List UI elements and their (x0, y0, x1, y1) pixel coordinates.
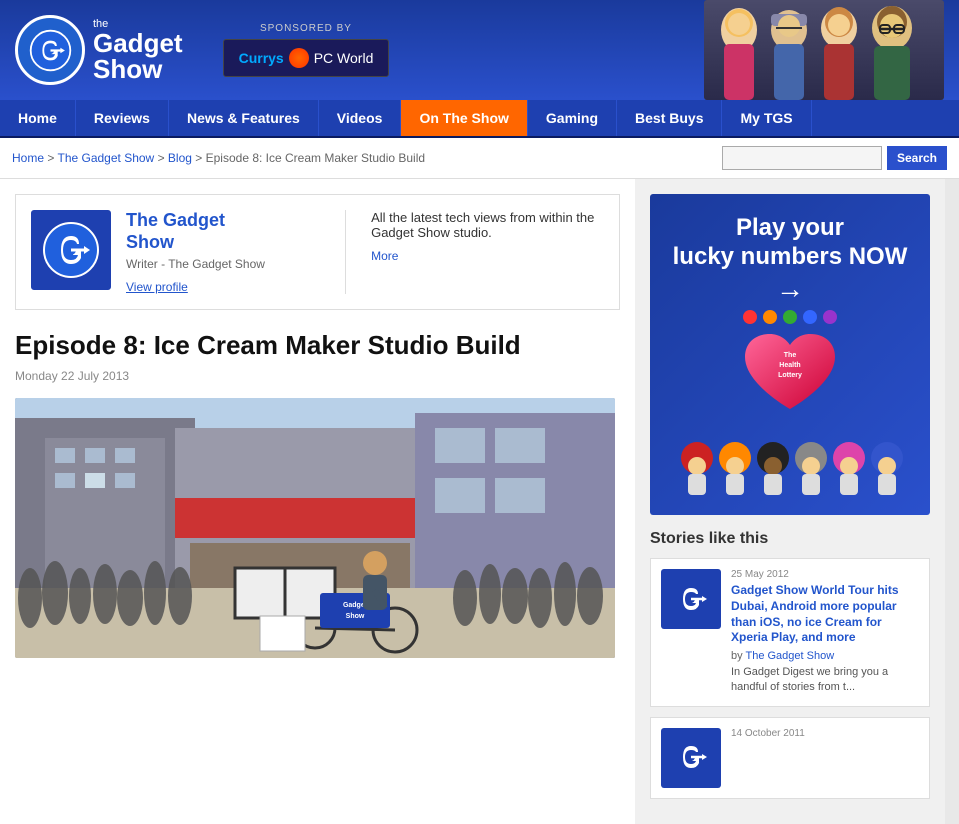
breadcrumb-blog[interactable]: Blog (168, 151, 192, 165)
lottery-heart-icon: The Health Lottery (735, 329, 845, 419)
story-logo-icon-1 (664, 572, 719, 627)
story-thumb-1 (661, 569, 721, 629)
more-link[interactable]: More (371, 249, 398, 263)
article-image: Gadget Show (15, 398, 615, 658)
nav-gaming[interactable]: Gaming (528, 100, 617, 136)
lottery-dot-orange (763, 310, 777, 324)
story-title-1[interactable]: Gadget Show World Tour hits Dubai, Andro… (731, 583, 919, 645)
svg-text:Lottery: Lottery (778, 372, 802, 379)
sponsor-logo[interactable]: Currys PC World (223, 39, 390, 77)
logo-text: the Gadget Show (93, 18, 183, 82)
nav-reviews[interactable]: Reviews (76, 100, 169, 136)
logo-g-icon (28, 28, 73, 73)
article-title: Episode 8: Ice Cream Maker Studio Build (15, 330, 620, 361)
ad-banner[interactable]: Play your lucky numbers NOW → (650, 194, 930, 515)
author-avatar (31, 210, 111, 290)
author-divider (345, 210, 346, 294)
article-photo: Gadget Show (15, 398, 615, 658)
content-area: The Gadget Show Writer - The Gadget Show… (0, 179, 635, 824)
presenter-image (704, 0, 944, 100)
main-layout: The Gadget Show Writer - The Gadget Show… (0, 179, 959, 824)
story-content-1: 25 May 2012 Gadget Show World Tour hits … (731, 569, 919, 695)
site-header: the Gadget Show SPONSORED BY Currys PC W… (0, 0, 959, 100)
presenter-silhouettes (704, 0, 944, 100)
view-profile-link[interactable]: View profile (126, 280, 188, 294)
story-date-2: 14 October 2011 (731, 728, 919, 739)
presenters-area (704, 0, 944, 100)
lottery-dot-red (743, 310, 757, 324)
logo-gadget: Gadget (93, 30, 183, 56)
author-role: Writer - The Gadget Show (126, 257, 320, 271)
breadcrumb-current: Episode 8: Ice Cream Maker Studio Build (206, 151, 425, 165)
search-button[interactable]: Search (887, 146, 947, 170)
story-content-2: 14 October 2011 (731, 728, 919, 788)
svg-text:Health: Health (779, 362, 800, 369)
story-author-1: by The Gadget Show (731, 650, 919, 662)
nav-my-tgs[interactable]: My TGS (722, 100, 811, 136)
breadcrumb-gadget-show[interactable]: The Gadget Show (57, 151, 154, 165)
story-card-2: 14 October 2011 (650, 717, 930, 799)
author-box: The Gadget Show Writer - The Gadget Show… (15, 194, 620, 310)
ad-title-line1: Play your lucky numbers NOW → (665, 214, 915, 305)
sponsored-area: SPONSORED BY Currys PC World (223, 23, 390, 77)
lottery-dot-green (783, 310, 797, 324)
sponsored-by-label: SPONSORED BY (260, 23, 352, 34)
stories-header: Stories like this (650, 530, 930, 548)
breadcrumb-home[interactable]: Home (12, 151, 44, 165)
nav-on-the-show[interactable]: On The Show (401, 100, 527, 136)
lottery-people-icon (675, 440, 905, 495)
sidebar: Play your lucky numbers NOW → (635, 179, 945, 824)
breadcrumb: Home > The Gadget Show > Blog > Episode … (12, 151, 425, 165)
svg-text:Show: Show (346, 613, 365, 620)
story-card-1: 25 May 2012 Gadget Show World Tour hits … (650, 558, 930, 706)
logo-circle (15, 15, 85, 85)
story-date-1: 25 May 2012 (731, 569, 919, 580)
story-thumb-2 (661, 728, 721, 788)
main-nav: Home Reviews News & Features Videos On T… (0, 100, 959, 138)
svg-text:The: The (784, 352, 797, 359)
nav-videos[interactable]: Videos (319, 100, 402, 136)
author-desc-text: All the latest tech views from within th… (371, 210, 604, 240)
breadcrumb-bar: Home > The Gadget Show > Blog > Episode … (0, 138, 959, 179)
search-area: Search (722, 146, 947, 170)
story-excerpt-1: In Gadget Digest we bring you a handful … (731, 665, 919, 696)
sponsor-currys: Currys (239, 50, 284, 66)
nav-news-features[interactable]: News & Features (169, 100, 319, 136)
lottery-dot-blue (803, 310, 817, 324)
article-date: Monday 22 July 2013 (15, 369, 620, 383)
logo-show: Show (93, 56, 183, 82)
author-name: The Gadget Show (126, 210, 320, 253)
author-info: The Gadget Show Writer - The Gadget Show… (126, 210, 320, 294)
lottery-people (675, 440, 905, 495)
author-logo-icon (41, 220, 101, 280)
sponsor-globe-icon (289, 48, 309, 68)
author-description: All the latest tech views from within th… (371, 210, 604, 263)
story-author-link-1[interactable]: The Gadget Show (745, 650, 834, 662)
search-input[interactable] (722, 146, 882, 170)
nav-best-buys[interactable]: Best Buys (617, 100, 722, 136)
sponsor-pc: PC World (314, 50, 374, 66)
story-logo-icon-2 (664, 730, 719, 785)
nav-home[interactable]: Home (0, 100, 76, 136)
logo-area[interactable]: the Gadget Show (15, 15, 183, 85)
lottery-dot-purple (823, 310, 837, 324)
